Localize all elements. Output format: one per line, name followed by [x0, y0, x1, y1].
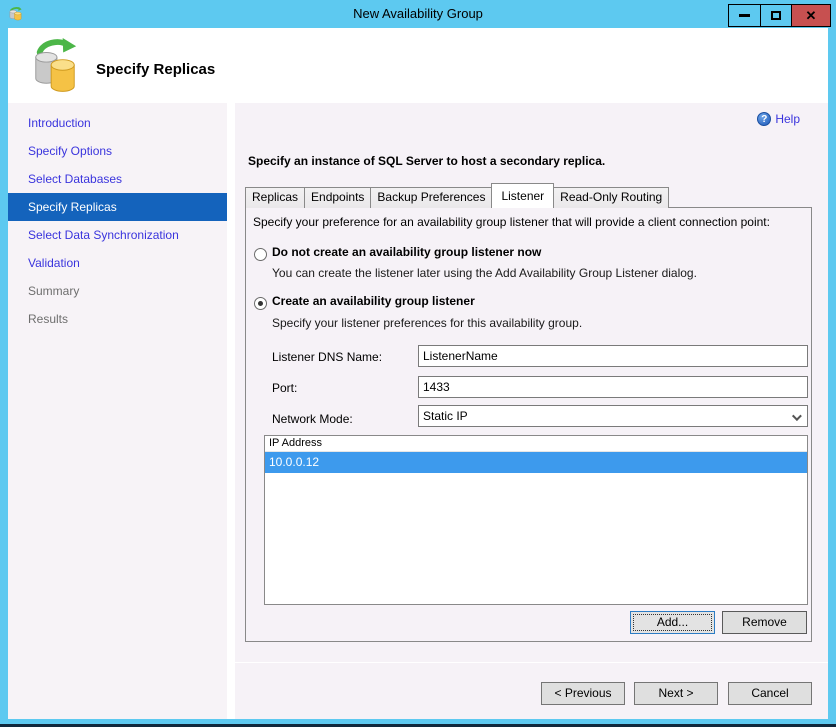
port-label: Port: — [272, 381, 298, 395]
sidebar-item-introduction[interactable]: Introduction — [8, 109, 227, 137]
sidebar-item-specify-options[interactable]: Specify Options — [8, 137, 227, 165]
sidebar-divider — [227, 103, 235, 719]
maximize-button[interactable] — [760, 5, 791, 26]
instruction-text: Specify an instance of SQL Server to hos… — [248, 154, 606, 168]
page-title: Specify Replicas — [96, 61, 216, 78]
port-input[interactable] — [418, 376, 808, 398]
help-icon: ? — [757, 112, 772, 126]
sidebar-item-select-data-synchronization[interactable]: Select Data Synchronization — [8, 221, 227, 249]
previous-button[interactable]: < Previous — [541, 682, 625, 705]
tab-replicas[interactable]: Replicas — [245, 187, 306, 208]
add-button[interactable]: Add... — [630, 611, 715, 634]
maximize-icon — [771, 11, 781, 20]
tab-strip: Replicas Endpoints Backup Preferences Li… — [245, 183, 670, 208]
radio-do-not-create-listener-label[interactable]: Do not create an availability group list… — [272, 245, 541, 259]
sidebar-item-validation[interactable]: Validation — [8, 249, 227, 277]
app-database-sync-icon — [8, 6, 23, 21]
wizard-body: Introduction Specify Options Select Data… — [8, 103, 828, 719]
ip-address-row[interactable]: 10.0.0.12 — [265, 452, 807, 473]
tab-listener[interactable]: Listener — [491, 183, 555, 208]
minimize-button[interactable] — [729, 5, 760, 26]
radio-create-listener[interactable] — [254, 297, 267, 310]
window-controls: ✕ — [728, 4, 831, 27]
availability-group-icon — [30, 36, 80, 97]
remove-button[interactable]: Remove — [722, 611, 807, 634]
minimize-icon — [739, 14, 750, 17]
new-availability-group-window: New Availability Group ✕ Specify Replica… — [0, 0, 836, 727]
window-title: New Availability Group — [353, 6, 483, 21]
create-listener-description: Specify your listener preferences for th… — [272, 316, 583, 330]
sidebar-item-results: Results — [28, 312, 69, 326]
chevron-down-icon — [791, 411, 802, 422]
sidebar-item-summary: Summary — [28, 284, 80, 298]
wizard-header: Specify Replicas — [8, 28, 828, 103]
network-mode-value: Static IP — [423, 409, 468, 423]
tab-read-only-routing[interactable]: Read-Only Routing — [553, 187, 670, 208]
ip-address-column-header: IP Address — [265, 436, 807, 452]
sidebar-item-select-databases[interactable]: Select Databases — [8, 165, 227, 193]
close-button[interactable]: ✕ — [791, 5, 830, 26]
next-button[interactable]: Next > — [634, 682, 718, 705]
cancel-button[interactable]: Cancel — [728, 682, 812, 705]
do-not-create-listener-description: You can create the listener later using … — [272, 266, 697, 280]
radio-do-not-create-listener[interactable] — [254, 248, 267, 261]
ip-address-list: IP Address 10.0.0.12 — [264, 435, 808, 605]
close-icon: ✕ — [805, 8, 817, 23]
listener-tab-panel: Specify your preference for an availabil… — [245, 207, 812, 642]
footer-divider — [235, 662, 828, 663]
sidebar-item-specify-replicas[interactable]: Specify Replicas — [8, 193, 227, 221]
network-mode-select[interactable]: Static IP — [418, 405, 808, 427]
network-mode-label: Network Mode: — [272, 412, 353, 426]
titlebar: New Availability Group ✕ — [0, 0, 836, 28]
listener-intro-text: Specify your preference for an availabil… — [253, 215, 770, 229]
help-label: Help — [775, 112, 800, 126]
listener-dns-name-label: Listener DNS Name: — [272, 350, 383, 364]
tab-endpoints[interactable]: Endpoints — [304, 187, 372, 208]
listener-dns-name-input[interactable] — [418, 345, 808, 367]
tab-backup-preferences[interactable]: Backup Preferences — [370, 187, 493, 208]
help-link[interactable]: ? Help — [757, 112, 800, 126]
radio-create-listener-label[interactable]: Create an availability group listener — [272, 294, 475, 308]
wizard-steps-sidebar: Introduction Specify Options Select Data… — [8, 103, 227, 719]
main-content: ? Help Specify an instance of SQL Server… — [235, 103, 828, 719]
